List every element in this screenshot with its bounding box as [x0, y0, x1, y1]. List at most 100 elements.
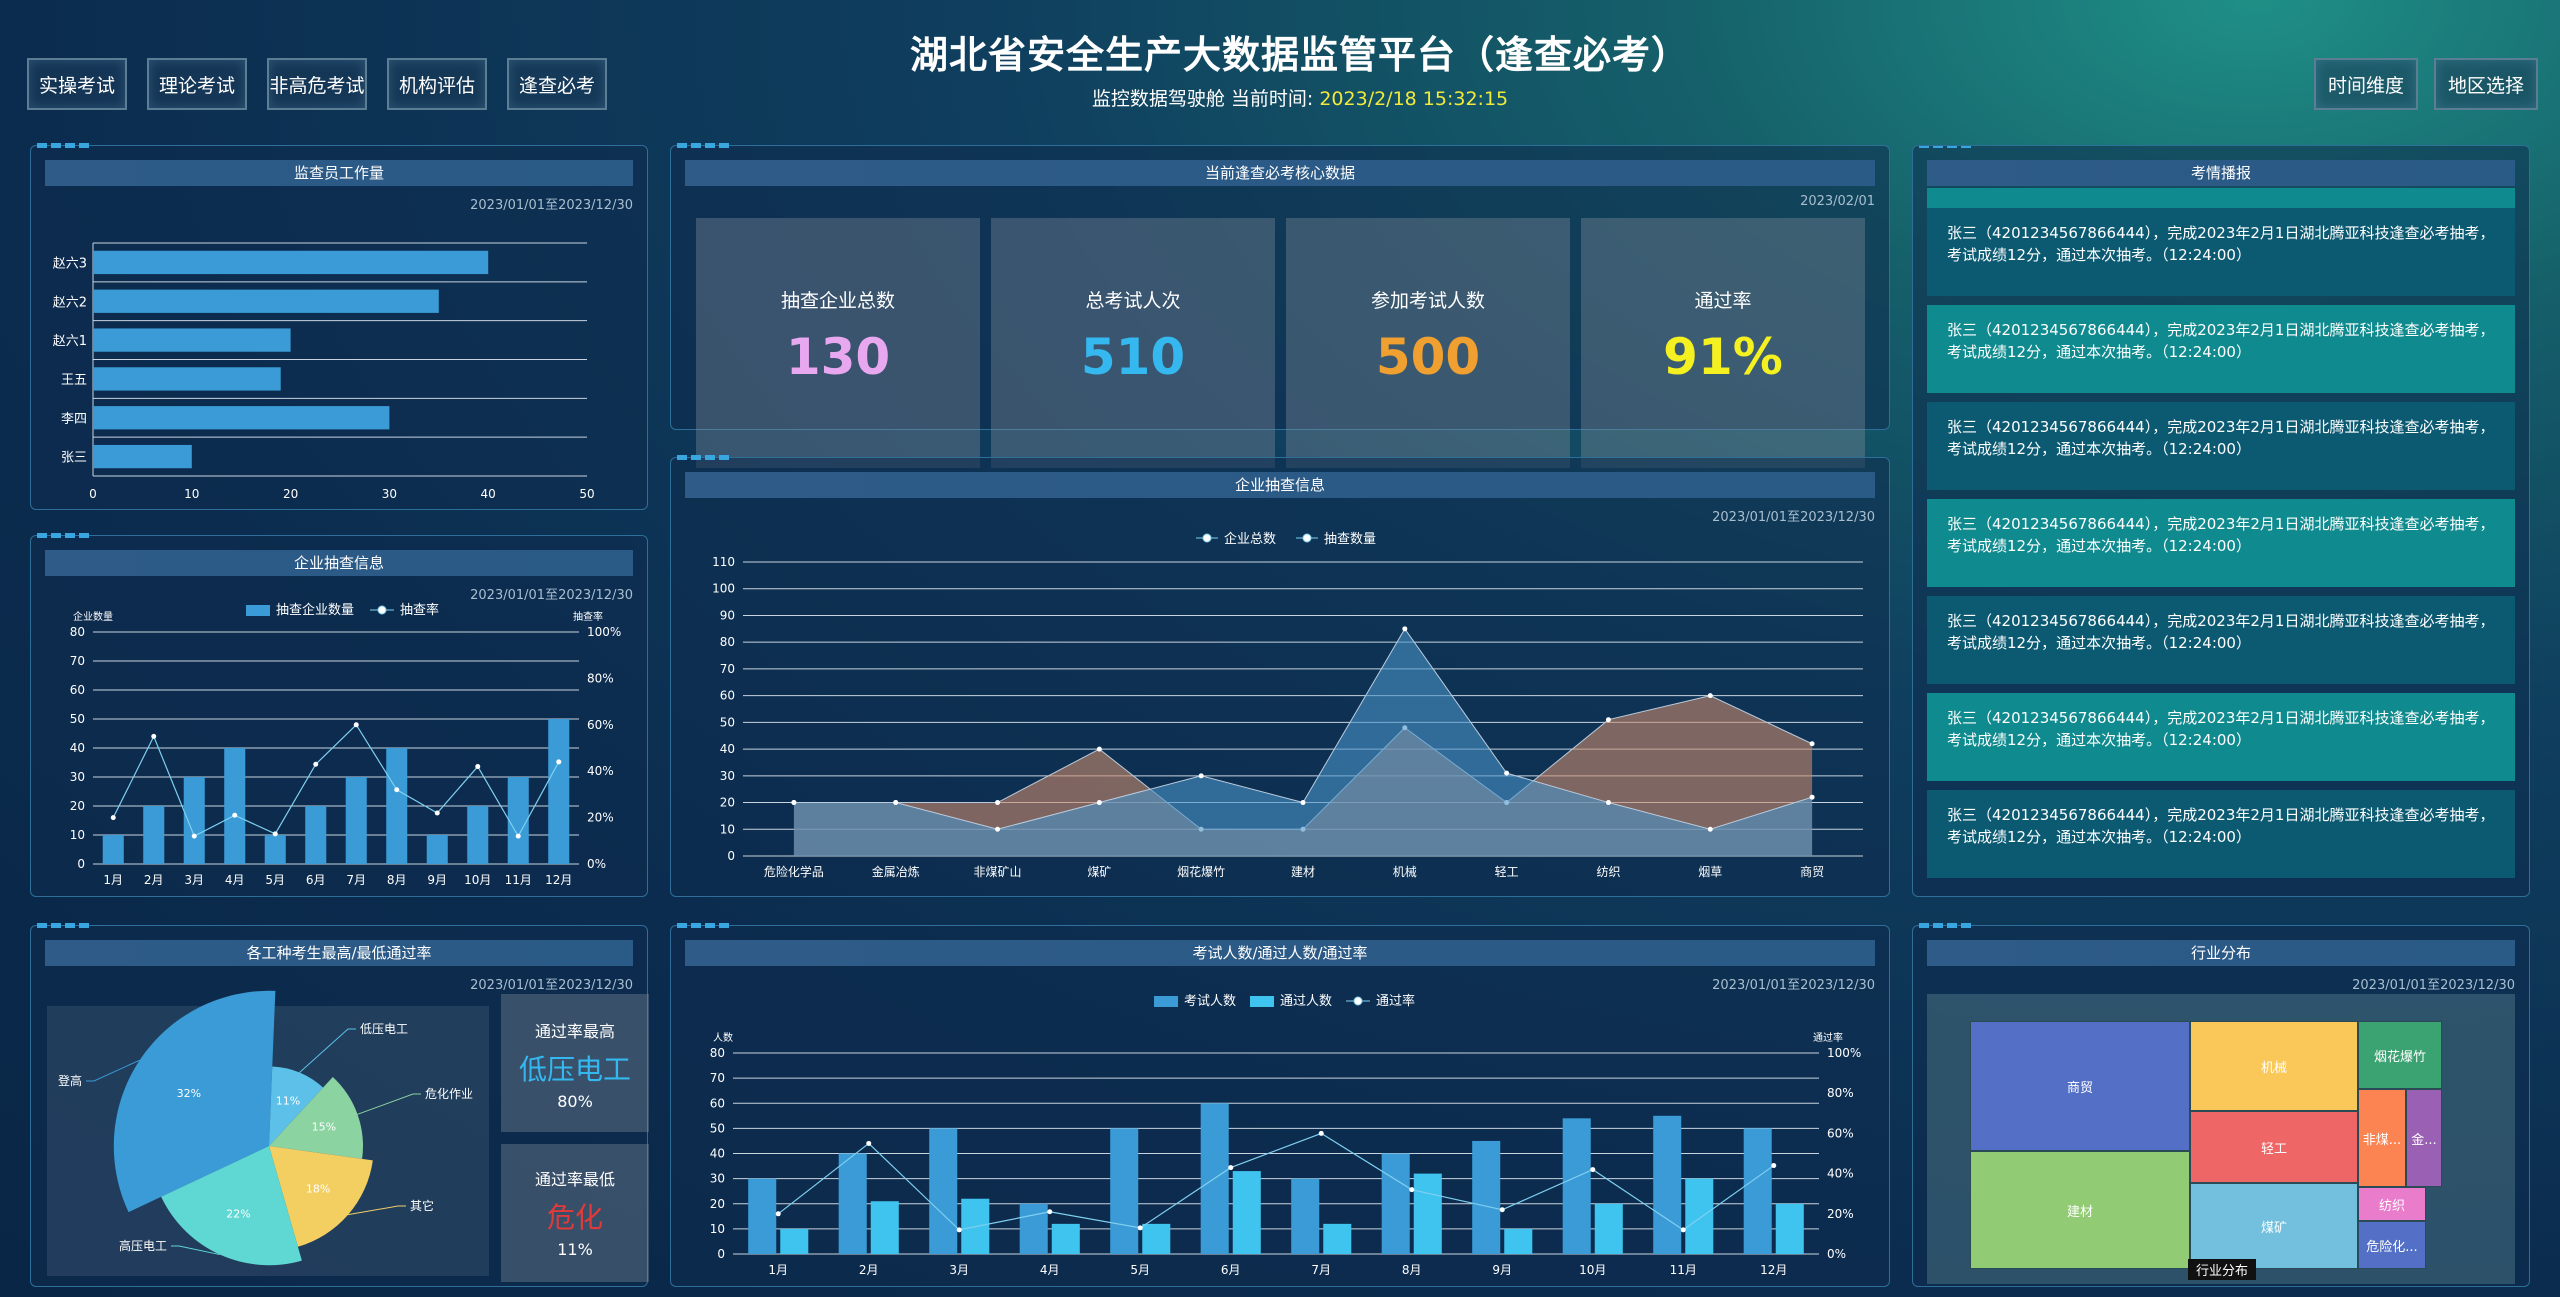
slice-percent-label: 18%: [306, 1183, 330, 1196]
line-point: [775, 1211, 781, 1217]
y2-tick-label: 0%: [1827, 1247, 1846, 1261]
bar: [143, 806, 165, 864]
y-tick-label: 王五: [61, 373, 87, 388]
line-point: [1809, 741, 1815, 747]
bar: [1110, 1128, 1139, 1254]
line-point: [313, 761, 319, 767]
legend-swatch: [1202, 533, 1212, 543]
treemap-cell-label: 危险化...: [2366, 1239, 2418, 1255]
line-point: [394, 787, 400, 793]
x-tick-label: 4月: [1040, 1263, 1060, 1277]
line-point: [475, 764, 481, 770]
bar: [305, 806, 327, 864]
y2-axis-label: 抽查率: [573, 610, 603, 623]
enterprise-area-chart: 0 10 20 30 40 50 60 70 80 90 100 110 危险化学品 金属冶炼 非煤矿山 煤矿…: [712, 531, 1863, 879]
y-tick-label: 20: [720, 796, 735, 810]
bar: [1653, 1115, 1682, 1254]
bar: [748, 1178, 777, 1254]
treemap-cell[interactable]: 轻工: [2190, 1111, 2358, 1183]
legend-swatch: [1353, 996, 1363, 1006]
current-time: 2023/2/18 15:32:15: [1319, 88, 1509, 110]
nav-button-1[interactable]: 理论考试: [147, 58, 247, 110]
slice-name-label: 低压电工: [360, 1022, 408, 1036]
nav-button-2[interactable]: 非高危考试: [267, 58, 367, 110]
x-tick-label: 1月: [768, 1263, 788, 1277]
bar: [102, 835, 124, 864]
industry-panel: 行业分布 2023/01/01至2023/12/30 商贸 建材 机械 轻工 煤矿 烟花爆…: [1912, 923, 2530, 1287]
legend-label: 通过人数: [1280, 994, 1332, 1009]
y-tick-label: 赵六3: [53, 256, 87, 271]
x-tick-label: 20: [283, 487, 298, 501]
y-tick-label: 张三: [61, 451, 87, 466]
treemap-cell[interactable]: 金...: [2406, 1089, 2442, 1187]
bar: [1472, 1140, 1501, 1254]
x-tick-label: 12月: [1760, 1263, 1787, 1277]
line-point: [1590, 1167, 1596, 1173]
lowest-rate: 11%: [557, 1240, 593, 1259]
treemap-cell[interactable]: 危险化...: [2358, 1221, 2426, 1269]
nav-button-0[interactable]: 实操考试: [27, 58, 127, 110]
y-tick-label: 50: [70, 712, 85, 726]
highest-rate: 80%: [557, 1092, 593, 1111]
line-point: [893, 800, 899, 806]
slice-percent-label: 22%: [226, 1207, 250, 1220]
x-tick-label: 12月: [545, 873, 572, 887]
treemap-cell[interactable]: 建材: [1970, 1151, 2190, 1269]
treemap-cell[interactable]: 煤矿: [2190, 1183, 2358, 1269]
x-tick-label: 4月: [225, 873, 245, 887]
bar: [1291, 1178, 1320, 1254]
treemap-cell[interactable]: 机械: [2190, 1021, 2358, 1111]
nav-button-right-0[interactable]: 时间维度: [2314, 58, 2418, 110]
slice-name-label: 登高: [58, 1073, 82, 1088]
bar: [345, 777, 367, 864]
nav-button-3[interactable]: 机构评估: [387, 58, 487, 110]
treemap-cell-label: 纺织: [2378, 1198, 2405, 1214]
line-point: [434, 810, 440, 816]
treemap-cell-label: 烟花爆竹: [2373, 1049, 2426, 1065]
treemap-cell[interactable]: 非煤...: [2358, 1089, 2406, 1187]
bar: [93, 328, 291, 352]
pass-rate-panel: 各工种考生最高/最低通过率 2023/01/01至2023/12/30 32% 登…: [30, 923, 649, 1287]
y-tick-label: 110: [712, 555, 735, 569]
nav-button-4[interactable]: 逢查必考: [507, 58, 607, 110]
nav-button-right-1[interactable]: 地区选择: [2434, 58, 2538, 110]
bar: [1323, 1223, 1352, 1254]
line-point: [995, 826, 1001, 832]
y2-tick-label: 60%: [1827, 1126, 1854, 1140]
line-point: [272, 831, 278, 837]
line-point: [110, 815, 116, 821]
line-point: [1137, 1225, 1143, 1231]
treemap-cell[interactable]: 商贸: [1970, 1021, 2190, 1151]
x-tick-label: 8月: [1402, 1263, 1422, 1277]
x-tick-label: 5月: [265, 873, 285, 887]
series-line: [777, 1132, 1775, 1231]
bar: [507, 777, 529, 864]
bar: [1775, 1203, 1804, 1254]
treemap-cell-label: 机械: [2260, 1060, 2287, 1076]
bar: [1685, 1178, 1714, 1254]
line-point: [1605, 800, 1611, 806]
y-tick-label: 50: [720, 715, 735, 729]
line-point: [556, 759, 562, 765]
treemap-cell[interactable]: 纺织: [2358, 1187, 2426, 1221]
legend-swatch: [246, 605, 270, 616]
alert-message: 张三（4201234567866444），完成2023年2月1日湖北腾亚科技逢查…: [1927, 402, 2515, 490]
legend-label: 抽查率: [400, 602, 439, 618]
legend-label: 抽查企业数量: [276, 602, 354, 618]
line-point: [1680, 1227, 1686, 1233]
y-tick-label: 李四: [61, 412, 87, 427]
exam-stats-chart: 0 10 20 30 40 50 60 70 80 0% 20% 40% 60% 80% 100% 人数 通过率…: [710, 993, 1862, 1277]
kpi-label: 通过率: [1694, 290, 1752, 312]
line-point: [866, 1140, 872, 1146]
enterprise-check-panel: 企业抽查信息 2023/01/01至2023/12/30 0 10 20 30 40 50…: [30, 533, 648, 897]
kpi-card: 通过率 91%: [1581, 218, 1865, 468]
slice-name-label: 高压电工: [119, 1238, 167, 1253]
treemap-cell[interactable]: 烟花爆竹: [2358, 1021, 2442, 1089]
line-point: [1402, 626, 1408, 632]
x-tick-label: 40: [481, 487, 496, 501]
y2-tick-label: 60%: [587, 718, 614, 732]
alert-message: 张三（4201234567866444），完成2023年2月1日湖北腾亚科技逢查…: [1927, 693, 2515, 781]
panel-title: 当前逢查必考核心数据: [685, 160, 1875, 186]
x-tick-label: 7月: [1311, 1263, 1331, 1277]
slice-name-label: 其它: [410, 1198, 434, 1213]
